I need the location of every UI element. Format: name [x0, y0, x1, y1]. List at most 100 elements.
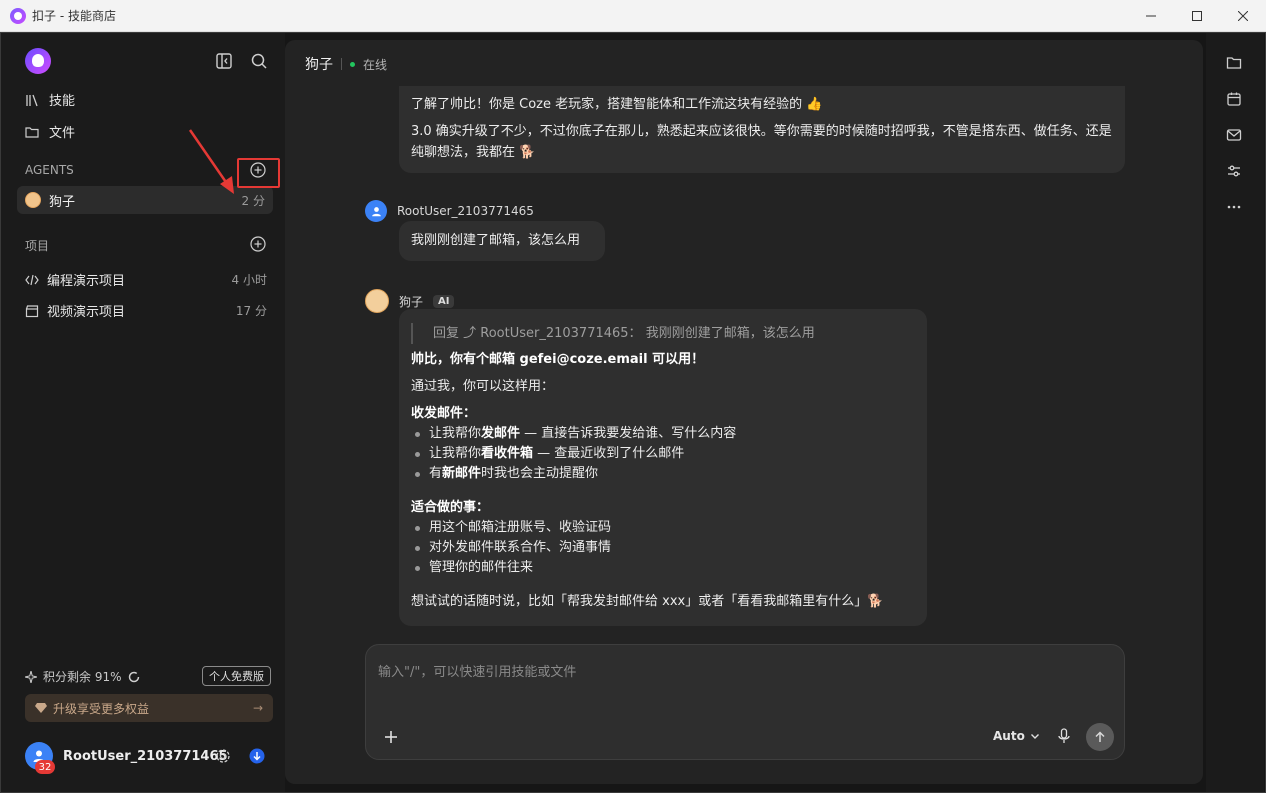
chat-header: 狗子 在线	[305, 54, 387, 74]
online-status-dot	[350, 61, 355, 67]
agent-name: 狗子	[49, 194, 76, 210]
sidebar: 技能 文件 AGENTS 狗子 2 分 项目 编程演示项目 4 小时 视频演示项…	[1, 32, 285, 792]
more-icon	[1227, 205, 1241, 209]
microphone-icon[interactable]	[1055, 727, 1073, 745]
online-status: 在线	[363, 57, 388, 72]
arrow-right-icon: →	[252, 701, 263, 715]
download-button[interactable]	[247, 746, 267, 766]
intro-line: 帅比，你有个邮箱 gefei@coze.email 可以用！	[411, 350, 915, 370]
arrow-up-icon	[1095, 731, 1105, 742]
user-profile[interactable]: 32 RootUser_2103771465	[25, 742, 269, 774]
bullet-list: 用这个邮箱注册账号、收验证码 对外发邮件联系合作、沟通事情 管理你的邮件往来	[411, 518, 915, 578]
gear-icon	[216, 749, 230, 763]
minimize-icon	[1146, 15, 1156, 17]
add-project-button[interactable]	[248, 234, 268, 254]
section-heading: 收发邮件：	[411, 404, 915, 424]
close-button[interactable]	[1220, 0, 1266, 32]
nav-files-label: 文件	[49, 126, 76, 141]
message-paragraph: 3.0 确实升级了不少，不过你底子在那儿，熟悉起来应该很快。等你需要的时候随时招…	[411, 124, 1112, 160]
download-circle-icon	[249, 748, 265, 764]
chevron-down-icon	[1030, 734, 1039, 739]
code-icon	[25, 274, 39, 285]
message-line: 通过我，你可以这样用：	[411, 379, 555, 394]
section-heading: 适合做的事：	[411, 498, 915, 518]
search-icon	[251, 53, 267, 69]
agent-message-bubble: 回复 ⤴ RootUser_2103771465： 我刚刚创建了邮箱，该怎么用 …	[399, 309, 927, 626]
search-button[interactable]	[249, 51, 269, 71]
user-message-bubble: 我刚刚创建了邮箱，该怎么用	[399, 221, 605, 261]
upgrade-button[interactable]: 升级享受更多权益 →	[25, 694, 273, 722]
dog-avatar	[365, 289, 389, 313]
closing-line: 想试试的话随时说，比如「帮我发封邮件给 xxx」或者「看看我邮箱里有什么」🐕	[411, 594, 884, 609]
app-logo-icon	[10, 7, 26, 24]
sender-name: RootUser_2103771465	[397, 204, 534, 218]
ai-tag: AI	[433, 294, 455, 308]
project-item[interactable]: 视频演示项目 17 分	[25, 301, 267, 320]
list-item: 有新邮件时我也会主动提醒你	[411, 464, 915, 484]
message-text: 我刚刚创建了邮箱，该怎么用	[411, 233, 581, 248]
intro-post: 可以用！	[647, 352, 705, 367]
message-composer[interactable]: 输入"/"，可以快速引用技能或文件 Auto	[365, 644, 1125, 760]
more-button[interactable]	[1225, 198, 1243, 216]
agents-section-label: AGENTS	[25, 163, 74, 177]
intro-pre: 帅比，你有个邮箱	[411, 352, 520, 367]
credits-indicator: 积分剩余 91%	[25, 668, 140, 685]
title-bar: 扣子 - 技能商店	[0, 0, 1266, 32]
user-name: RootUser_2103771465	[63, 748, 228, 764]
calendar-button[interactable]	[1225, 90, 1243, 108]
chat-panel: 狗子 在线 了解了帅比！你是 Coze 老玩家，搭建智能体和工作流这块有经验的 …	[285, 40, 1203, 784]
minimize-button[interactable]	[1128, 0, 1174, 32]
composer-placeholder[interactable]: 输入"/"，可以快速引用技能或文件	[378, 661, 576, 680]
message-paragraph: 了解了帅比！你是 Coze 老玩家，搭建智能体和工作流这块有经验的 👍	[411, 97, 823, 112]
project-item[interactable]: 编程演示项目 4 小时	[25, 270, 267, 289]
loading-ring-icon	[128, 671, 139, 682]
agent-time: 2 分	[241, 193, 265, 208]
list-item: 让我帮你看收件箱 — 查最近收到了什么邮件	[411, 444, 915, 464]
user-avatar[interactable]: 32	[25, 742, 55, 774]
settings-sliders-button[interactable]	[1225, 162, 1243, 180]
diamond-icon	[35, 703, 47, 713]
chat-agent-name: 狗子	[305, 57, 333, 73]
folder-icon	[25, 126, 39, 138]
notification-badge: 32	[35, 760, 55, 774]
settings-button[interactable]	[213, 746, 233, 766]
library-icon	[26, 94, 38, 106]
bullet-list: 让我帮你发邮件 — 直接告诉我要发给谁、写什么内容 让我帮你看收件箱 — 查最近…	[411, 424, 915, 484]
files-button[interactable]	[1225, 54, 1243, 72]
coze-logo[interactable]	[25, 48, 51, 74]
dog-avatar	[25, 192, 41, 208]
maximize-button[interactable]	[1174, 0, 1220, 32]
collapse-sidebar-button[interactable]	[214, 51, 234, 71]
plan-badge[interactable]: 个人免费版	[202, 666, 271, 686]
user-icon	[371, 206, 381, 216]
annotation-highlight-box	[237, 158, 280, 188]
agent-message-bubble: 了解了帅比！你是 Coze 老玩家，搭建智能体和工作流这块有经验的 👍 3.0 …	[399, 86, 1125, 173]
list-item: 让我帮你发邮件 — 直接告诉我要发给谁、写什么内容	[411, 424, 915, 444]
plus-circle-icon	[250, 236, 266, 252]
send-button[interactable]	[1086, 723, 1114, 751]
model-select[interactable]: Auto	[993, 729, 1040, 743]
user-avatar	[365, 200, 387, 222]
sparkle-icon	[25, 670, 37, 683]
mail-icon	[1226, 129, 1242, 141]
project-time: 4 小时	[231, 273, 267, 287]
nav-files[interactable]: 文件	[25, 122, 75, 141]
sliders-icon	[1228, 165, 1240, 177]
project-name: 视频演示项目	[47, 305, 126, 320]
section-heading-text: 收发邮件：	[411, 406, 477, 421]
right-toolbar	[1206, 32, 1264, 792]
calendar-icon	[1227, 92, 1241, 106]
nav-skills[interactable]: 技能	[25, 90, 75, 109]
header-divider	[341, 58, 342, 70]
annotation-arrow	[188, 129, 234, 194]
credits-label: 积分剩余 91%	[43, 670, 122, 684]
plus-icon[interactable]	[382, 728, 400, 746]
email-address: gefei@coze.email	[519, 352, 648, 367]
folder-icon	[1226, 57, 1242, 69]
message-sender: RootUser_2103771465	[365, 200, 534, 222]
section-heading-text: 适合做的事：	[411, 500, 490, 515]
upgrade-label: 升级享受更多权益	[53, 701, 150, 716]
reply-quote: 回复 ⤴ RootUser_2103771465： 我刚刚创建了邮箱，该怎么用	[411, 323, 915, 344]
project-name: 编程演示项目	[47, 274, 126, 289]
mail-button[interactable]	[1225, 126, 1243, 144]
